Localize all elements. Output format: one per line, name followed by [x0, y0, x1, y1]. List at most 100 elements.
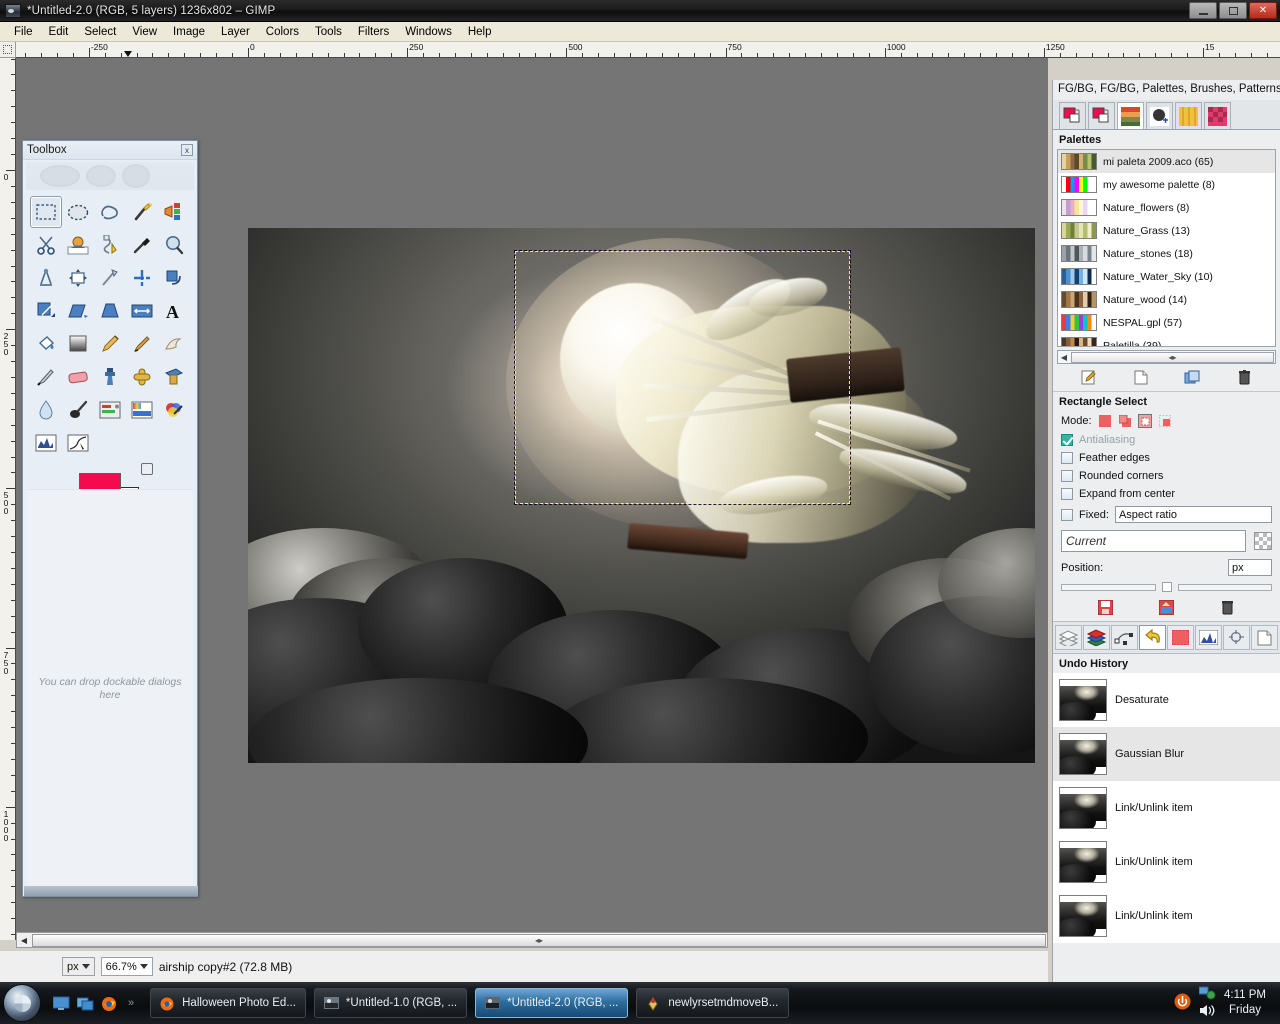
menu-help[interactable]: Help	[460, 24, 500, 40]
tool-eraser-curl[interactable]	[158, 328, 190, 360]
menu-file[interactable]: File	[6, 24, 41, 40]
taskbar-item-untitled-2[interactable]: *Untitled-2.0 (RGB, ...	[475, 988, 629, 1018]
zoom-selector[interactable]: 66.7%	[100, 957, 153, 976]
undo-history-item[interactable]: Gaussian Blur	[1053, 727, 1280, 781]
tool-shear[interactable]	[62, 295, 94, 327]
palettes-list[interactable]: mi paleta 2009.aco (65) my awesome palett…	[1057, 149, 1276, 347]
tool-select-by-color[interactable]	[158, 196, 190, 228]
rounded-corners-row[interactable]: Rounded corners	[1053, 467, 1280, 485]
dock-tab-paths[interactable]	[1111, 625, 1138, 650]
tool-smudge[interactable]	[62, 394, 94, 426]
undo-history-item[interactable]: Link/Unlink item	[1053, 781, 1280, 835]
tool-ink[interactable]	[30, 361, 62, 393]
restore-tool-options-button[interactable]	[1158, 599, 1176, 615]
tool-zoom[interactable]	[158, 229, 190, 261]
tool-scissors-select[interactable]	[30, 229, 62, 261]
menu-layer[interactable]: Layer	[213, 24, 258, 40]
rounded-corners-checkbox[interactable]	[1061, 470, 1073, 482]
delete-palette-button[interactable]	[1235, 369, 1253, 385]
unit-selector[interactable]: px	[62, 957, 95, 976]
tool-rotate[interactable]	[158, 262, 190, 294]
expand-from-center-row[interactable]: Expand from center	[1053, 485, 1280, 503]
start-button[interactable]	[3, 984, 41, 1022]
tool-blur-sharpen[interactable]	[30, 394, 62, 426]
tool-dodge-burn[interactable]	[94, 394, 126, 426]
taskbar-item-halloween[interactable]: Halloween Photo Ed...	[150, 988, 306, 1018]
ruler-unit-button[interactable]	[0, 42, 16, 58]
tool-pencil[interactable]	[94, 328, 126, 360]
close-button[interactable]: ✕	[1249, 2, 1277, 19]
mode-replace-button[interactable]	[1098, 414, 1112, 428]
swap-colors-icon[interactable]	[141, 463, 153, 475]
tool-blend[interactable]	[62, 328, 94, 360]
palette-list-item[interactable]: Nature_flowers (8)	[1058, 196, 1275, 219]
palette-list-item[interactable]: Nature_wood (14)	[1058, 288, 1275, 311]
tool-perspective[interactable]	[94, 295, 126, 327]
tool-move[interactable]	[62, 262, 94, 294]
menu-view[interactable]: View	[124, 24, 165, 40]
fixed-mode-dropdown[interactable]: Aspect ratio	[1114, 506, 1272, 523]
tool-flip[interactable]	[126, 295, 158, 327]
palette-list-item[interactable]: my awesome palette (8)	[1058, 173, 1275, 196]
tool-levels[interactable]	[30, 427, 62, 459]
tool-fuzzy-select[interactable]	[126, 196, 158, 228]
quicklaunch-overflow[interactable]: »	[128, 997, 134, 1009]
show-desktop-icon[interactable]	[52, 996, 70, 1011]
image-canvas[interactable]	[248, 228, 1035, 763]
horizontal-ruler[interactable]: -250 0 250 500 750 1000 1250 15	[16, 42, 1280, 58]
switch-window-icon[interactable]	[76, 996, 94, 1011]
update-icon[interactable]	[1174, 993, 1191, 1013]
dock-tab-pointer[interactable]	[1223, 625, 1250, 650]
tool-scale[interactable]	[30, 295, 62, 327]
palette-list-item[interactable]: mi paleta 2009.aco (65)	[1058, 150, 1275, 173]
tool-crop[interactable]	[126, 262, 158, 294]
undo-history-item[interactable]: Desaturate	[1053, 673, 1280, 727]
position-y-slider[interactable]	[1177, 583, 1272, 591]
firefox-icon[interactable]	[101, 996, 118, 1011]
tool-color-balance[interactable]	[158, 394, 190, 426]
fixed-checkbox[interactable]	[1061, 508, 1073, 521]
position-x-slider[interactable]	[1061, 583, 1156, 591]
tool-clone[interactable]	[94, 361, 126, 393]
tool-alignment[interactable]	[94, 262, 126, 294]
taskbar-clock[interactable]: 4:11 PM Friday	[1224, 988, 1270, 1018]
new-palette-button[interactable]	[1132, 369, 1150, 385]
menu-windows[interactable]: Windows	[397, 24, 460, 40]
rectangle-selection-marching-ants[interactable]	[514, 250, 851, 505]
position-chain-icon[interactable]	[1161, 582, 1172, 592]
undo-history-item[interactable]: Link/Unlink item	[1053, 889, 1280, 943]
save-tool-options-button[interactable]	[1097, 599, 1115, 615]
aspect-ratio-input[interactable]: Current	[1061, 530, 1246, 552]
dock-tab-undo-history[interactable]	[1139, 625, 1166, 650]
menu-tools[interactable]: Tools	[307, 24, 350, 40]
delete-tool-options-button[interactable]	[1219, 599, 1237, 615]
dock-tab-channels[interactable]	[1083, 625, 1110, 650]
tool-ellipse-select[interactable]	[62, 196, 94, 228]
antialiasing-checkbox[interactable]	[1061, 434, 1073, 446]
taskbar-item-untitled-1[interactable]: *Untitled-1.0 (RGB, ...	[313, 988, 468, 1018]
tool-perspective-clone[interactable]	[158, 361, 190, 393]
feather-edges-checkbox[interactable]	[1061, 452, 1073, 464]
taskbar-item-newlyrset[interactable]: newlyrsetmdmoveB...	[636, 988, 790, 1018]
dock-tab-document-history[interactable]	[1251, 625, 1278, 650]
undo-history-list[interactable]: Desaturate Gaussian Blur Link/Unlink item L…	[1053, 673, 1280, 943]
antialiasing-row[interactable]: Antialiasing	[1053, 431, 1280, 449]
minimize-button[interactable]	[1189, 2, 1217, 19]
mode-add-button[interactable]	[1118, 414, 1132, 428]
tool-paintbrush[interactable]	[126, 328, 158, 360]
toolbox-dock-drop-area[interactable]: You can drop dockable dialogs here	[27, 489, 193, 887]
menu-filters[interactable]: Filters	[350, 24, 397, 40]
duplicate-palette-button[interactable]	[1183, 369, 1201, 385]
tool-bucket-fill[interactable]	[30, 328, 62, 360]
palette-list-item[interactable]: Nature_Water_Sky (10)	[1058, 265, 1275, 288]
feather-edges-row[interactable]: Feather edges	[1053, 449, 1280, 467]
tool-paths[interactable]	[94, 229, 126, 261]
dock-tab-fgbg-1[interactable]	[1059, 102, 1086, 129]
canvas-scroll-thumb[interactable]: ◂▸	[32, 933, 1046, 947]
palette-list-item[interactable]: NESPAL.gpl (57)	[1058, 311, 1275, 334]
toolbox-close-icon[interactable]: x	[181, 144, 193, 156]
palettes-horizontal-scrollbar[interactable]: ◀ ◂▸	[1057, 350, 1276, 364]
mode-subtract-button[interactable]	[1137, 414, 1152, 428]
edit-palette-button[interactable]	[1080, 369, 1098, 385]
tool-eraser[interactable]	[62, 361, 94, 393]
